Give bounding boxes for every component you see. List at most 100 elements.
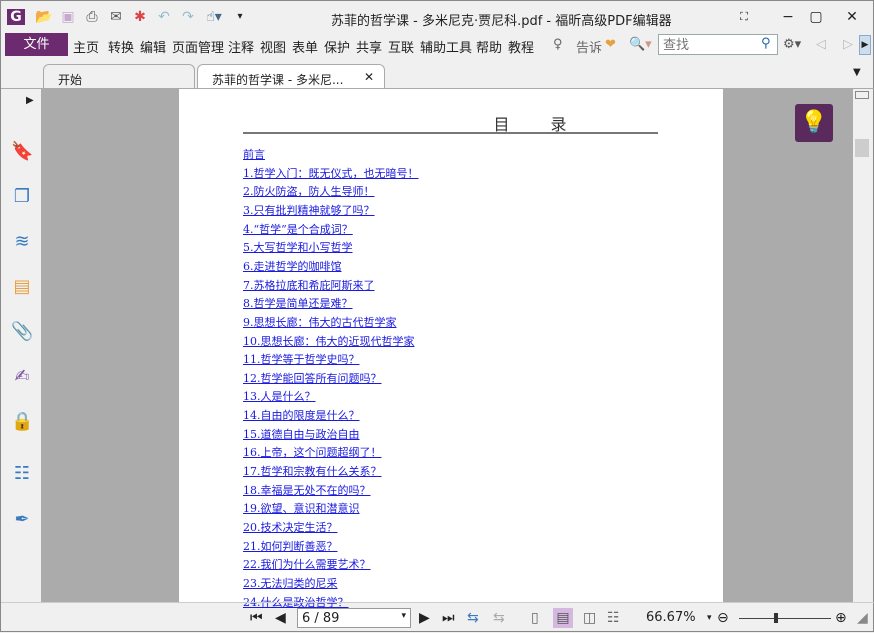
navigation-panel: ▶ 🔖 ❐ ≋ ▤ 📎 ✍ 🔒 ☷ ✒ [1, 89, 41, 603]
menu-comment[interactable]: 注释 [228, 37, 254, 56]
comments-icon[interactable]: ▤ [11, 276, 33, 298]
menu-edit[interactable]: 编辑 [140, 37, 166, 56]
close-icon[interactable]: ✕ [843, 9, 861, 25]
save-icon[interactable]: ▣ [59, 9, 77, 25]
expand-panel-icon[interactable]: ▶ [26, 95, 34, 106]
toc-link[interactable]: 8.哲学是简单还是难？ [243, 295, 353, 311]
maximize-icon[interactable]: ▢ [807, 9, 825, 25]
prev-page-icon[interactable]: ◀ [275, 610, 286, 626]
toc-link[interactable]: 1.哲学入门：既无仪式，也无暗号！ [243, 165, 419, 181]
next-page-icon[interactable]: ▶ [419, 610, 430, 626]
tab-document[interactable]: 苏菲的哲学课 - 多米尼... ✕ [197, 64, 385, 89]
last-page-icon[interactable]: ⏭ [442, 610, 455, 626]
pages-icon[interactable]: ❐ [11, 186, 33, 208]
previous-view-icon[interactable]: ⇆ [467, 610, 479, 626]
zoom-slider-thumb[interactable] [773, 613, 778, 623]
toc-link[interactable]: 前言 [243, 146, 265, 162]
toc-link[interactable]: 7.苏格拉底和希庇阿斯来了 [243, 277, 375, 293]
zoom-dropdown-icon[interactable]: ▾ [707, 610, 712, 626]
toc-link[interactable]: 2.防火防盗，防人生导师！ [243, 183, 375, 199]
signature-icon[interactable]: ✍ [11, 366, 33, 388]
toc-link[interactable]: 21.如何判断善恶？ [243, 538, 338, 554]
heart-icon[interactable]: ❤ [605, 37, 616, 52]
print-icon[interactable]: ⎙ [83, 9, 101, 25]
close-tab-icon[interactable]: ✕ [364, 70, 374, 84]
tab-start[interactable]: 开始 [43, 64, 195, 89]
certify-icon[interactable]: ✒ [11, 509, 33, 531]
hand-tool-icon[interactable]: ☝▾ [205, 9, 223, 25]
settings-icon[interactable]: ⚙▾ [783, 37, 801, 52]
toc-link[interactable]: 15.道德自由与政治自由 [243, 426, 360, 442]
toc-link[interactable]: 9.思想长廊：伟大的古代哲学家 [243, 314, 397, 330]
toc-link[interactable]: 6.走进哲学的咖啡馆 [243, 258, 342, 274]
scroll-up-button[interactable] [855, 91, 869, 99]
menu-accessibility[interactable]: 辅助工具 [420, 37, 472, 56]
toc-link[interactable]: 22.我们为什么需要艺术？ [243, 556, 371, 572]
tell-me[interactable]: 告诉 [576, 37, 602, 56]
toc-link[interactable]: 4.“哲学”是个合成词？ [243, 221, 353, 237]
toc-link[interactable]: 18.幸福是无处不在的吗？ [243, 482, 371, 498]
toc-link[interactable]: 14.自由的限度是什么？ [243, 407, 360, 423]
email-icon[interactable]: ✉ [107, 9, 125, 25]
resize-grip-icon[interactable]: ◢ [857, 610, 868, 626]
page-number-input[interactable]: 6 / 89 ▾ [297, 608, 411, 628]
attachment-icon[interactable]: 📎 [11, 321, 33, 343]
toc-link[interactable]: 19.欲望、意识和潜意识 [243, 500, 360, 516]
new-icon[interactable]: ✱ [131, 9, 149, 25]
layers-icon[interactable]: ≋ [11, 231, 33, 253]
customize-dropdown-icon[interactable]: ▾ [231, 9, 249, 25]
menu-convert[interactable]: 转换 [108, 37, 134, 56]
toc-link[interactable]: 3.只有批判精神就够了吗？ [243, 202, 375, 218]
toc-link[interactable]: 23.无法归类的尼采 [243, 575, 338, 591]
vertical-scrollbar[interactable] [853, 89, 871, 603]
facing-page-icon[interactable]: ◫ [583, 610, 596, 626]
search-input[interactable] [658, 34, 778, 55]
tab-list-dropdown-icon[interactable]: ▼ [853, 67, 861, 78]
minimize-icon[interactable]: − [779, 9, 797, 25]
fullscreen-icon[interactable]: ⛶ [735, 9, 753, 25]
menu-page-manage[interactable]: 页面管理 [172, 37, 224, 56]
toc-link[interactable]: 11.哲学等于哲学史吗？ [243, 351, 360, 367]
lightbulb-icon: ♀ [553, 37, 563, 52]
menu-home[interactable]: 主页 [73, 37, 99, 56]
continuous-facing-icon[interactable]: ☷ [607, 610, 620, 626]
lightbulb-hint-button[interactable]: 💡 [795, 104, 833, 142]
pdf-page: 目 录 前言 1.哲学入门：既无仪式，也无暗号！ 2.防火防盗，防人生导师！ 3.只有… [179, 89, 723, 609]
undo-icon[interactable]: ↶ [155, 9, 173, 25]
search-icon[interactable]: ⚲ [761, 36, 771, 51]
redo-icon[interactable]: ↷ [179, 9, 197, 25]
menu-protect[interactable]: 保护 [324, 37, 350, 56]
next-view-icon[interactable]: ⇆ [493, 610, 505, 626]
menu-tutorial[interactable]: 教程 [508, 37, 534, 56]
lock-icon[interactable]: 🔒 [11, 411, 33, 433]
prev-icon[interactable]: ◁ [816, 37, 826, 52]
menu-connect[interactable]: 互联 [388, 37, 414, 56]
menu-share[interactable]: 共享 [356, 37, 382, 56]
menu-form[interactable]: 表单 [292, 37, 318, 56]
bookmark-icon[interactable]: 🔖 [11, 141, 33, 163]
toc-link[interactable]: 13.人是什么？ [243, 388, 316, 404]
file-menu[interactable]: 文件 [5, 33, 68, 56]
scrollbar-thumb[interactable] [855, 139, 869, 157]
form-fields-icon[interactable]: ☷ [11, 463, 33, 485]
toc-link[interactable]: 10.思想长廊：伟大的近现代哲学家 [243, 333, 415, 349]
single-page-icon[interactable]: ▯ [531, 610, 539, 626]
next-icon[interactable]: ▷ [843, 37, 853, 52]
expand-ribbon-icon[interactable]: ▶ [859, 35, 871, 55]
toc-link[interactable]: 16.上帝，这个问题超纲了！ [243, 444, 382, 460]
toc-link[interactable]: 17.哲学和宗教有什么关系？ [243, 463, 382, 479]
first-page-icon[interactable]: ⏮ [250, 610, 263, 626]
menu-help[interactable]: 帮助 [476, 37, 502, 56]
zoom-level[interactable]: 66.67% [646, 610, 696, 626]
toc-link[interactable]: 5.大写哲学和小写哲学 [243, 239, 353, 255]
open-icon[interactable]: 📂 [35, 9, 53, 25]
toc-link[interactable]: 12.哲学能回答所有问题吗？ [243, 370, 382, 386]
continuous-page-icon[interactable]: ▤ [553, 608, 573, 628]
folder-search-icon[interactable]: 🔍▾ [629, 37, 652, 52]
zoom-slider[interactable] [739, 618, 831, 619]
status-bar: ⏮ ◀ 6 / 89 ▾ ▶ ⏭ ⇆ ⇆ ▯ ▤ ◫ ☷ 66.67% ▾ ⊖ ⊕… [1, 602, 874, 633]
zoom-in-icon[interactable]: ⊕ [835, 610, 847, 626]
menu-view[interactable]: 视图 [260, 37, 286, 56]
zoom-out-icon[interactable]: ⊖ [717, 610, 729, 626]
toc-link[interactable]: 20.技术决定生活？ [243, 519, 338, 535]
